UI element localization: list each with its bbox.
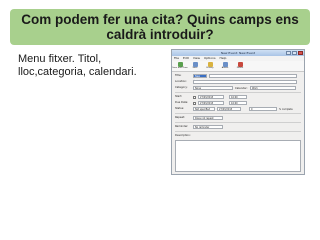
reminder-row: Reminder: No reminder: [175, 124, 301, 130]
close-icon[interactable]: [298, 51, 303, 55]
toolbar-label: Attach: [221, 67, 229, 69]
delete-button[interactable]: Delete: [234, 62, 246, 70]
status-date-input[interactable]: 27/03/2013: [217, 107, 241, 111]
status-row: Status: Not specified 27/03/2013 0 % com…: [175, 106, 301, 112]
percent-complete-label: % complete: [279, 107, 293, 111]
save-button[interactable]: Save: [189, 62, 201, 70]
due-time-input[interactable]: 16:00: [229, 101, 247, 105]
repeat-label: Repeat:: [175, 116, 186, 119]
toolbar-label: Delete: [236, 67, 244, 69]
divider: [175, 131, 301, 132]
menu-file[interactable]: File: [174, 56, 179, 61]
percent-input[interactable]: 0: [249, 107, 277, 111]
start-time-input[interactable]: 16:00: [229, 95, 247, 99]
title-input[interactable]: New Event: [193, 74, 207, 82]
start-checkbox[interactable]: [193, 95, 196, 99]
category-select[interactable]: None: [193, 86, 233, 90]
toolbar-label: Save and Close: [172, 67, 188, 69]
location-input[interactable]: [193, 80, 297, 84]
repeat-row: Repeat: Does not repeat: [175, 115, 301, 121]
divider: [175, 113, 301, 114]
maximize-icon[interactable]: [292, 51, 297, 55]
description-row: Description:: [175, 133, 301, 139]
dialog-titlebar: New Event: New Event: [172, 50, 304, 56]
attach-button[interactable]: Attach: [219, 62, 231, 70]
title-input-rest[interactable]: [209, 74, 297, 78]
repeat-select[interactable]: Does not repeat: [193, 116, 223, 120]
dialog-window-title: New Event: New Event: [220, 51, 256, 55]
reminder-select[interactable]: No reminder: [193, 125, 223, 129]
menu-edit[interactable]: Edit: [183, 56, 189, 61]
menu-help[interactable]: Help: [220, 56, 227, 61]
calendar-label: Calendar:: [235, 86, 248, 90]
privacy-button[interactable]: Privacy: [204, 62, 216, 70]
menu-options[interactable]: Options: [204, 56, 216, 61]
description-textarea[interactable]: [175, 140, 301, 172]
slide-body-text: Menu fitxer. Titol, lloc,categoria, cale…: [18, 53, 137, 78]
divider: [175, 92, 301, 93]
category-label: Category:: [175, 86, 188, 89]
status-label: Status:: [175, 107, 185, 110]
toolbar-label: Privacy: [206, 67, 214, 69]
status-select[interactable]: Not specified: [193, 107, 215, 111]
calendar-select[interactable]: Work: [250, 86, 296, 90]
start-date-input[interactable]: 27/03/2013: [198, 95, 224, 99]
due-date-input[interactable]: 27/03/2013: [198, 101, 224, 105]
event-dialog-screenshot: New Event: New Event File Edit View Opti…: [171, 49, 305, 175]
category-row: Category: None Calendar: Work: [175, 85, 301, 91]
due-checkbox[interactable]: [193, 101, 196, 105]
save-and-close-button[interactable]: Save and Close: [172, 62, 188, 70]
divider: [175, 122, 301, 123]
event-form: Title: New Event Location: Category: Non…: [172, 72, 304, 173]
dialog-toolbar: Save and Close Save Privacy Attach Delet…: [172, 61, 304, 72]
description-label: Description:: [175, 134, 191, 137]
reminder-label: Reminder:: [175, 125, 189, 128]
slide-title: Com podem fer una cita? Quins camps ens …: [10, 9, 310, 45]
toolbar-label: Save: [192, 67, 198, 69]
menu-view[interactable]: View: [193, 56, 200, 61]
minimize-icon[interactable]: [286, 51, 291, 55]
